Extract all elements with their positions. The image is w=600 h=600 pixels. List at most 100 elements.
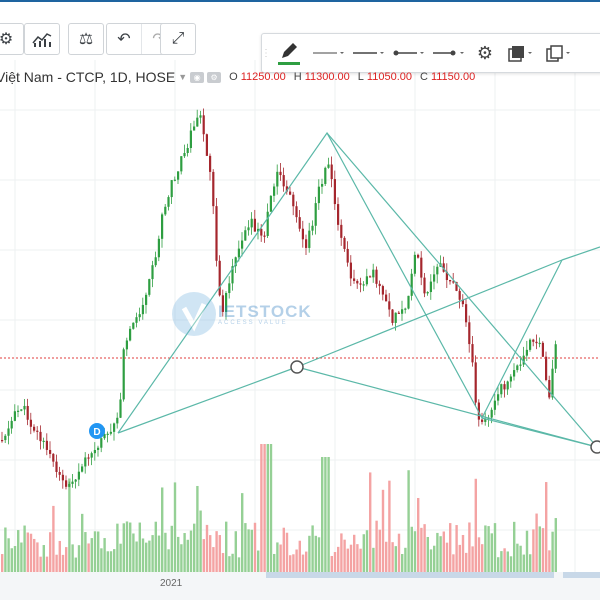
volume-bar <box>183 533 186 572</box>
open-label: O <box>229 71 238 83</box>
line-end-button[interactable] <box>428 34 468 72</box>
volume-bar <box>285 532 289 572</box>
volume-bar <box>340 533 343 572</box>
candle-body <box>279 171 282 176</box>
volume-bar <box>333 552 337 572</box>
volume-bar <box>61 554 65 572</box>
dividend-marker[interactable]: D <box>89 423 105 439</box>
candle-body <box>394 312 397 323</box>
volume-bar <box>314 535 317 572</box>
pattern-handle-2[interactable] <box>590 440 600 454</box>
candle-body <box>145 294 148 305</box>
volume-bar <box>362 534 365 572</box>
line-width-button[interactable] <box>308 34 348 72</box>
volume-bar <box>237 557 241 572</box>
volume-bar <box>193 523 196 572</box>
line-start-button[interactable] <box>388 34 428 72</box>
high-value: 11300.00 <box>304 71 350 83</box>
candle-body <box>237 248 240 258</box>
volume-bar <box>90 538 93 572</box>
volume-bar <box>372 547 375 572</box>
candle-body <box>327 164 330 168</box>
candle-body <box>20 409 23 411</box>
volume-bar <box>413 531 417 572</box>
fullscreen-button[interactable]: ⤢ <box>161 24 195 54</box>
volume-bar <box>74 557 77 572</box>
volume-bar <box>234 531 237 572</box>
volume-bar <box>135 541 138 572</box>
candle-body <box>7 428 10 436</box>
symbol-title[interactable]: Việt Nam - CTCP, 1D, HOSE <box>0 69 175 85</box>
volume-bar <box>407 470 410 572</box>
candle-body <box>356 280 359 284</box>
candle-body <box>397 312 400 314</box>
volume-bar <box>455 525 458 572</box>
candle-body <box>84 457 87 467</box>
watermark-text: IETSTOCK <box>218 302 312 321</box>
low-value: 11050.00 <box>366 71 412 83</box>
volume-bar <box>423 524 426 572</box>
volume-bar <box>346 548 349 572</box>
candle-body <box>404 308 407 310</box>
candle-body <box>458 290 461 300</box>
candle-body <box>493 400 496 410</box>
candle-body <box>426 292 429 294</box>
volume-bar <box>129 522 132 572</box>
line-style-button[interactable] <box>348 34 388 72</box>
candle-body <box>359 283 362 285</box>
line-color-button[interactable] <box>270 34 308 72</box>
compare-button[interactable]: ⚖ <box>69 24 103 54</box>
candle-body <box>148 279 151 295</box>
volume-bar <box>532 529 535 572</box>
drawing-settings-button[interactable]: ⚙ <box>468 34 502 72</box>
candle-body <box>413 254 416 274</box>
candle-body <box>417 254 420 258</box>
candle-body <box>177 171 180 180</box>
candle-body <box>202 115 205 135</box>
volume-bar <box>369 472 372 572</box>
volume-bar <box>266 444 269 572</box>
eye-icon[interactable]: ◉ <box>190 71 205 83</box>
series-legend: Việt Nam - CTCP, 1D, HOSE ▼ ◉ ⚙ O 11250.… <box>0 69 475 85</box>
undo-button[interactable]: ↶ <box>107 24 142 54</box>
candle-body <box>509 376 512 382</box>
candle-body <box>378 283 381 287</box>
volume-bar <box>209 535 212 572</box>
candle-body <box>292 194 295 207</box>
candle-body <box>474 362 477 403</box>
volume-bar <box>317 537 321 572</box>
candle-body <box>260 228 263 236</box>
volume-bar <box>474 478 477 572</box>
volume-bar <box>506 551 509 572</box>
pattern-handle-1[interactable] <box>290 360 304 374</box>
volume-bar <box>481 544 484 572</box>
volume-bar <box>397 533 401 572</box>
volume-bar <box>122 523 125 572</box>
settings-small-icon[interactable]: ⚙ <box>207 71 222 83</box>
candle-body <box>58 471 61 475</box>
clone-icon <box>546 45 570 62</box>
time-axis-tick: 2021 <box>160 578 183 589</box>
candle-body <box>93 449 96 454</box>
volume-bar <box>417 497 420 572</box>
volume-bar <box>273 553 276 572</box>
candle-body <box>551 368 554 398</box>
candle-body <box>167 197 170 207</box>
volume-bar <box>173 482 177 572</box>
clone-button[interactable] <box>540 34 578 72</box>
volume-bar <box>81 513 84 572</box>
volume-bar <box>263 444 266 572</box>
candle-body <box>449 280 452 282</box>
settings-button[interactable]: ⚙ <box>0 24 23 54</box>
indicators-button[interactable] <box>25 24 59 54</box>
bring-front-button[interactable] <box>502 34 540 72</box>
candle-body <box>189 130 192 148</box>
candle-body <box>468 322 471 345</box>
legend-dropdown-icon[interactable]: ▼ <box>178 72 187 82</box>
candle-body <box>113 423 116 432</box>
drag-handle-icon[interactable]: ⋮ <box>261 34 271 72</box>
volume-bar <box>541 528 545 572</box>
candle-body <box>506 381 509 390</box>
volume-bar <box>212 547 215 572</box>
volume-bar <box>343 539 346 572</box>
